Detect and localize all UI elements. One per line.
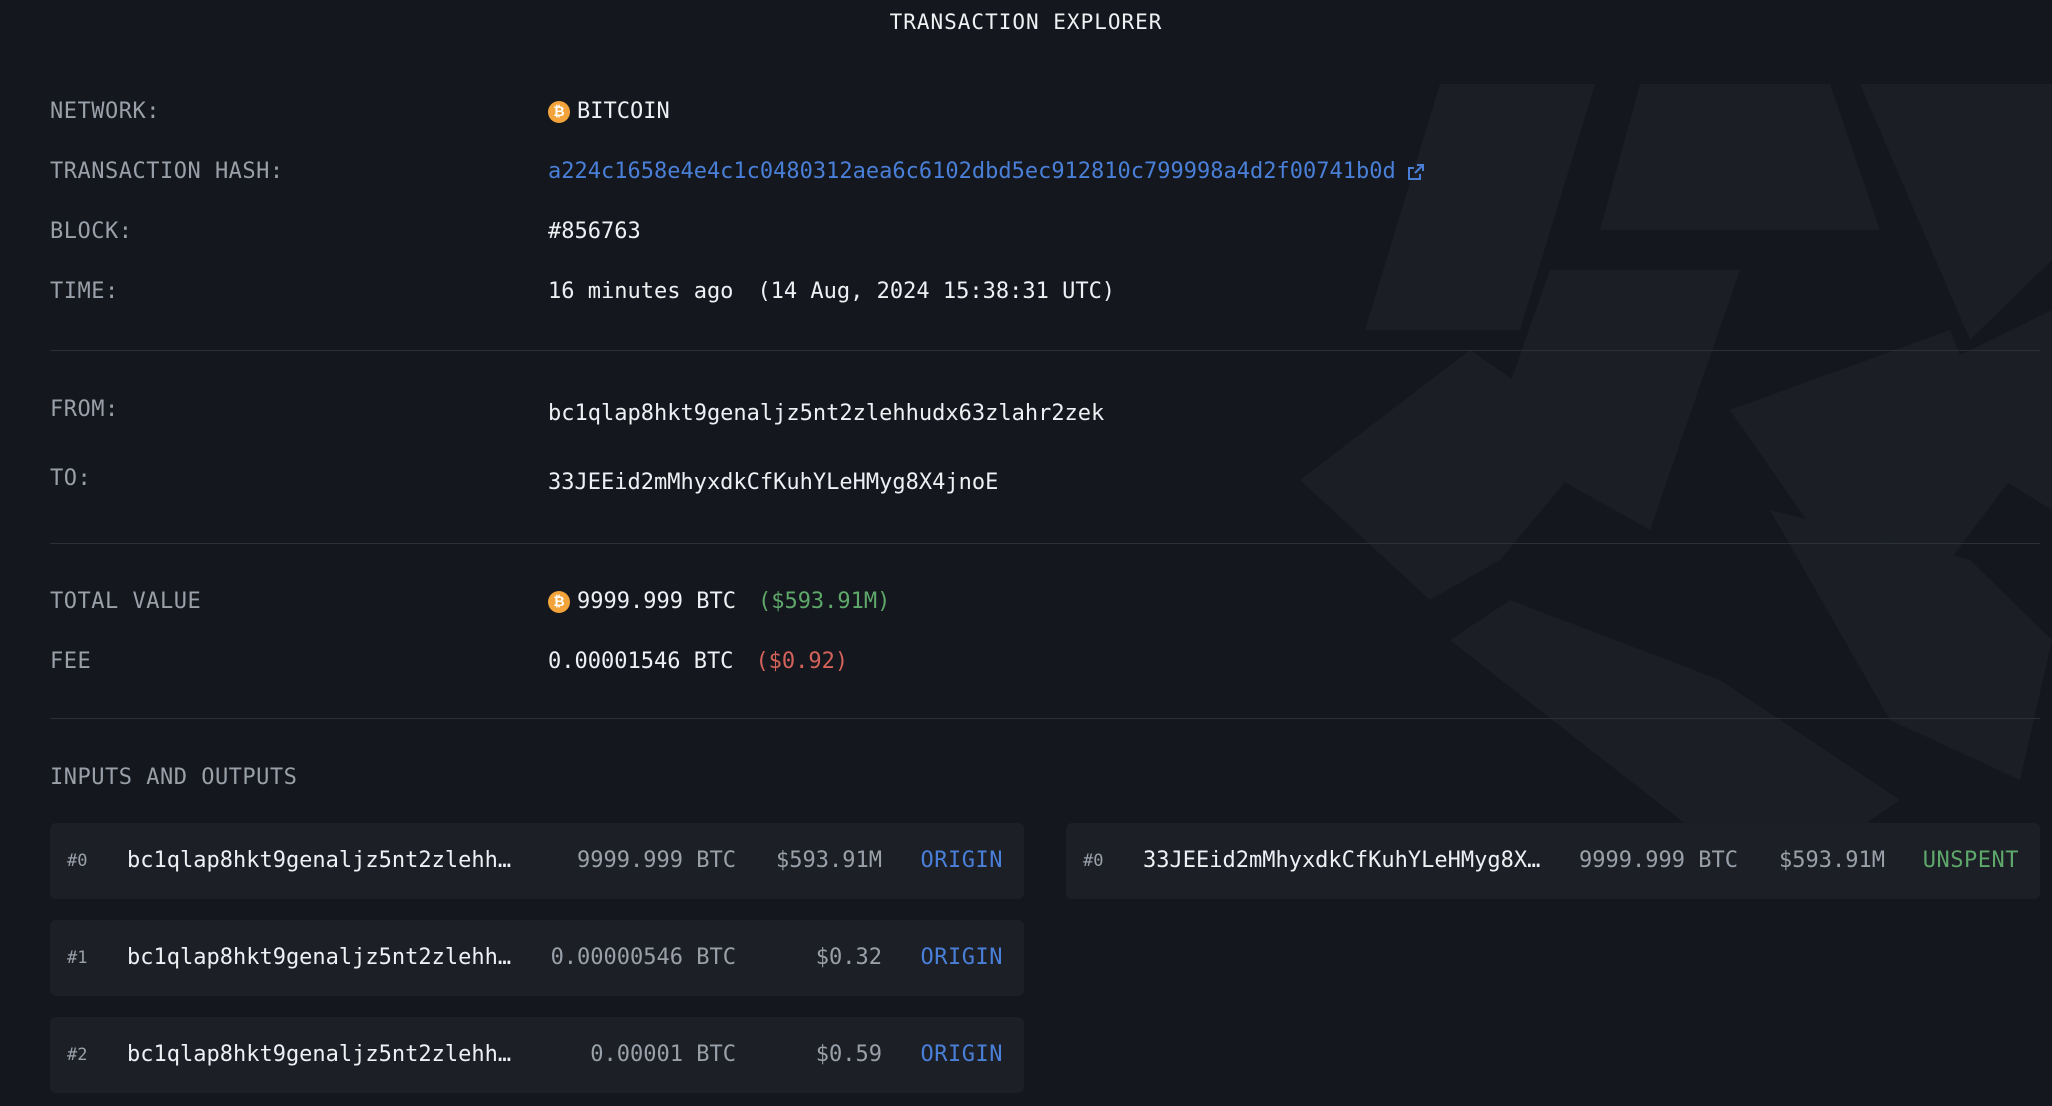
fee-value: 0.00001546 BTC ($0.92) [548, 649, 848, 674]
from-label: FROM: [50, 397, 119, 422]
divider [50, 718, 2040, 719]
input-status[interactable]: ORIGIN [921, 1017, 1003, 1093]
external-link-icon[interactable] [1406, 162, 1426, 182]
page-title: TRANSACTION EXPLORER [889, 10, 1163, 34]
input-usd: $593.91M [776, 848, 882, 873]
input-address[interactable]: bc1qlap8hkt9genaljz5nt2zlehh… [127, 1017, 511, 1093]
output-row[interactable]: #0 33JEEid2mMhyxdkCfKuhYLeHMyg8X… 9999.9… [1066, 823, 2040, 899]
divider [50, 350, 2040, 351]
input-amount: 0.00000546 BTC [550, 945, 736, 970]
hash-value: a224c1658e4e4c1c0480312aea6c6102dbd5ec91… [548, 159, 1426, 184]
input-address[interactable]: bc1qlap8hkt9genaljz5nt2zlehh… [127, 823, 511, 899]
time-absolute: (14 Aug, 2024 15:38:31 UTC) [757, 279, 1116, 304]
network-value: ₿ BITCOIN [548, 99, 670, 124]
total-usd: ($593.91M) [757, 589, 891, 614]
time-value: 16 minutes ago (14 Aug, 2024 15:38:31 UT… [548, 279, 1115, 304]
input-status[interactable]: ORIGIN [921, 823, 1003, 899]
block-label: BLOCK: [50, 219, 133, 244]
bitcoin-icon: ₿ [548, 100, 570, 123]
input-index: #2 [67, 1045, 88, 1065]
transaction-hash-link[interactable]: a224c1658e4e4c1c0480312aea6c6102dbd5ec91… [548, 159, 1396, 184]
input-row[interactable]: #2 bc1qlap8hkt9genaljz5nt2zlehh… 0.00001… [50, 1017, 1024, 1093]
output-usd: $593.91M [1779, 848, 1885, 873]
watermark-logo [1300, 84, 2052, 890]
fee-btc: 0.00001546 BTC [548, 649, 734, 674]
total-value: ₿ 9999.999 BTC ($593.91M) [548, 589, 890, 614]
to-label: TO: [50, 466, 92, 491]
input-address[interactable]: bc1qlap8hkt9genaljz5nt2zlehh… [127, 920, 511, 996]
divider [50, 543, 2040, 544]
block-value: #856763 [548, 219, 641, 244]
input-row[interactable]: #0 bc1qlap8hkt9genaljz5nt2zlehh… 9999.99… [50, 823, 1024, 899]
output-address[interactable]: 33JEEid2mMhyxdkCfKuhYLeHMyg8X… [1143, 823, 1540, 899]
input-status[interactable]: ORIGIN [921, 920, 1003, 996]
network-label: NETWORK: [50, 99, 160, 124]
input-usd: $0.59 [815, 1042, 882, 1067]
time-label: TIME: [50, 279, 119, 304]
fee-label: FEE [50, 649, 92, 674]
network-name: BITCOIN [577, 99, 670, 124]
inputs-outputs-title: INPUTS AND OUTPUTS [50, 765, 298, 790]
from-address[interactable]: bc1qlap8hkt9genaljz5nt2zlehhudx63zlahr2z… [548, 401, 1104, 426]
input-index: #0 [67, 851, 88, 871]
output-index: #0 [1083, 851, 1104, 871]
output-status[interactable]: UNSPENT [1923, 823, 2019, 899]
total-btc: 9999.999 BTC [577, 589, 736, 614]
input-index: #1 [67, 948, 88, 968]
input-usd: $0.32 [815, 945, 882, 970]
input-amount: 0.00001 BTC [590, 1042, 736, 1067]
fee-usd: ($0.92) [755, 649, 849, 674]
to-address[interactable]: 33JEEid2mMhyxdkCfKuhYLeHMyg8X4jnoE [548, 470, 998, 495]
time-relative: 16 minutes ago [548, 279, 734, 304]
input-row[interactable]: #1 bc1qlap8hkt9genaljz5nt2zlehh… 0.00000… [50, 920, 1024, 996]
bitcoin-icon: ₿ [548, 590, 570, 613]
total-value-label: TOTAL VALUE [50, 589, 202, 614]
input-amount: 9999.999 BTC [577, 848, 736, 873]
output-amount: 9999.999 BTC [1579, 848, 1738, 873]
hash-label: TRANSACTION HASH: [50, 159, 284, 184]
